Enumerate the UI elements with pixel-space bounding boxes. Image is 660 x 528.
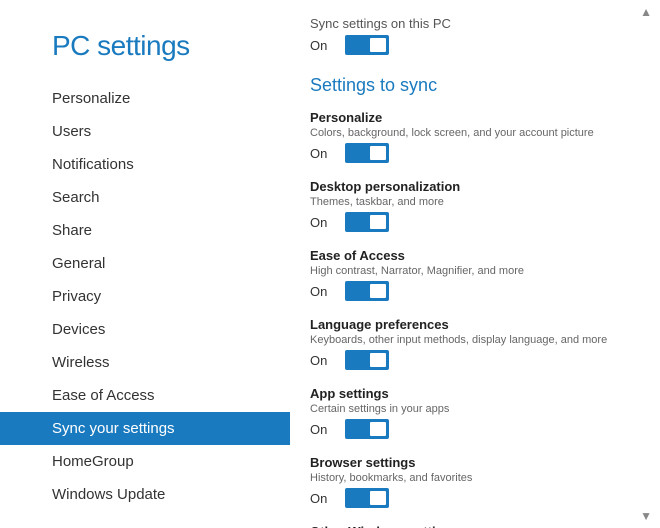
sidebar-item-wireless[interactable]: Wireless [0, 346, 290, 379]
setting-group-2: Ease of Access High contrast, Narrator, M… [310, 248, 630, 301]
toggle-knob-5 [370, 491, 386, 505]
setting-desc-5: History, bookmarks, and favorites [310, 472, 630, 484]
toggle-label-2: On [310, 284, 335, 299]
toggle-label-4: On [310, 422, 335, 437]
toggle-label-3: On [310, 353, 335, 368]
setting-name-2: Ease of Access [310, 248, 630, 263]
toggle-knob [370, 38, 386, 52]
sync-settings-toggle[interactable] [345, 35, 389, 55]
setting-group-1: Desktop personalization Themes, taskbar, … [310, 179, 630, 232]
sync-settings-toggle-row: On [310, 35, 630, 55]
setting-group-0: Personalize Colors, background, lock scre… [310, 110, 630, 163]
toggle-row-5: On [310, 488, 630, 508]
sidebar-item-notifications[interactable]: Notifications [0, 148, 290, 181]
setting-desc-1: Themes, taskbar, and more [310, 196, 630, 208]
toggle-label-0: On [310, 146, 335, 161]
sidebar: PC settings PersonalizeUsersNotification… [0, 0, 290, 528]
sidebar-item-sync-your-settings[interactable]: Sync your settings [0, 412, 290, 445]
setting-group-3: Language preferences Keyboards, other inp… [310, 317, 630, 370]
app-title: PC settings [0, 20, 290, 82]
toggle-row-3: On [310, 350, 630, 370]
sidebar-item-windows-update[interactable]: Windows Update [0, 478, 290, 511]
sidebar-item-personalize[interactable]: Personalize [0, 82, 290, 115]
scroll-down-icon[interactable]: ▼ [640, 509, 652, 523]
sync-settings-toggle-label: On [310, 38, 335, 53]
toggle-row-2: On [310, 281, 630, 301]
toggle-knob-2 [370, 284, 386, 298]
settings-to-sync-heading: Settings to sync [310, 75, 630, 96]
toggle-5[interactable] [345, 488, 389, 508]
toggle-knob-4 [370, 422, 386, 436]
toggle-2[interactable] [345, 281, 389, 301]
sync-settings-on-pc-label: Sync settings on this PC [310, 16, 630, 31]
toggle-1[interactable] [345, 212, 389, 232]
toggle-row-0: On [310, 143, 630, 163]
toggle-3[interactable] [345, 350, 389, 370]
setting-desc-2: High contrast, Narrator, Magnifier, and … [310, 265, 630, 277]
toggle-4[interactable] [345, 419, 389, 439]
setting-group-4: App settings Certain settings in your app… [310, 386, 630, 439]
setting-name-3: Language preferences [310, 317, 630, 332]
toggle-row-4: On [310, 419, 630, 439]
setting-group-5: Browser settings History, bookmarks, and … [310, 455, 630, 508]
setting-desc-3: Keyboards, other input methods, display … [310, 334, 630, 346]
sidebar-item-privacy[interactable]: Privacy [0, 280, 290, 313]
setting-desc-4: Certain settings in your apps [310, 403, 630, 415]
setting-name-0: Personalize [310, 110, 630, 125]
sidebar-item-general[interactable]: General [0, 247, 290, 280]
sidebar-item-share[interactable]: Share [0, 214, 290, 247]
sidebar-item-devices[interactable]: Devices [0, 313, 290, 346]
toggle-knob-3 [370, 353, 386, 367]
setting-name-6: Other Windows settings [310, 524, 630, 528]
setting-name-1: Desktop personalization [310, 179, 630, 194]
setting-name-5: Browser settings [310, 455, 630, 470]
sidebar-item-homegroup[interactable]: HomeGroup [0, 445, 290, 478]
scroll-up-icon[interactable]: ▲ [640, 5, 652, 19]
toggle-knob-1 [370, 215, 386, 229]
sidebar-nav: PersonalizeUsersNotificationsSearchShare… [0, 82, 290, 511]
toggle-knob-0 [370, 146, 386, 160]
toggle-label-1: On [310, 215, 335, 230]
sidebar-item-users[interactable]: Users [0, 115, 290, 148]
setting-desc-0: Colors, background, lock screen, and you… [310, 127, 630, 139]
setting-group-6: Other Windows settingsWindows Explorer a… [310, 524, 630, 528]
sync-settings-on-pc-section: Sync settings on this PC On [310, 16, 630, 55]
main-content: ▲ Sync settings on this PC On Settings t… [290, 0, 660, 528]
toggle-0[interactable] [345, 143, 389, 163]
sidebar-item-ease-of-access[interactable]: Ease of Access [0, 379, 290, 412]
toggle-label-5: On [310, 491, 335, 506]
settings-list: Personalize Colors, background, lock scre… [310, 110, 630, 528]
toggle-row-1: On [310, 212, 630, 232]
setting-name-4: App settings [310, 386, 630, 401]
sidebar-item-search[interactable]: Search [0, 181, 290, 214]
